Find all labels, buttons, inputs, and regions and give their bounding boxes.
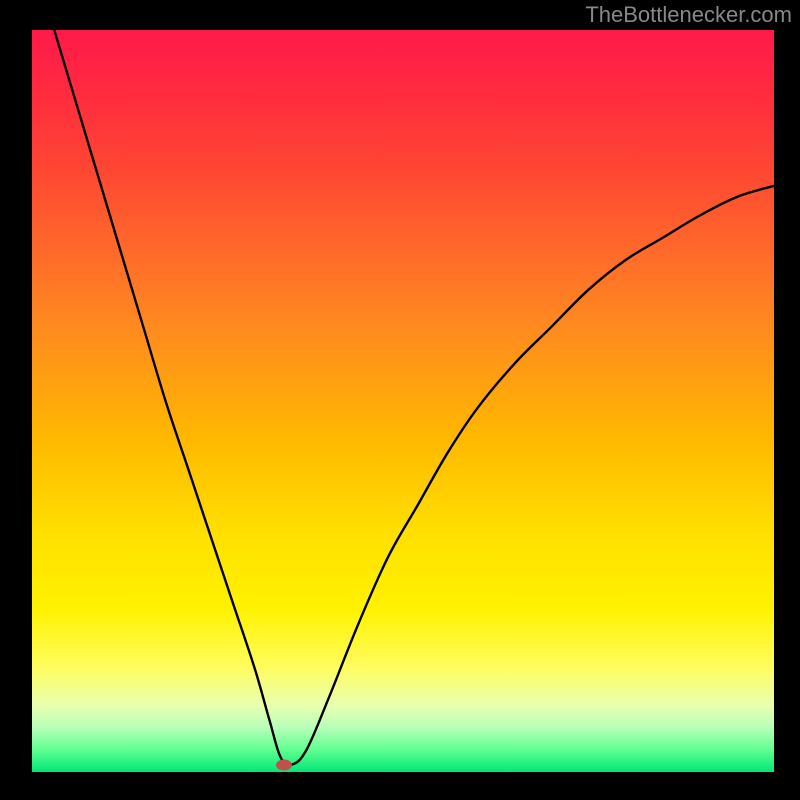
- attribution-text: TheBottlenecker.com: [585, 2, 792, 28]
- bottleneck-curve: [32, 30, 774, 772]
- chart-plot-area: [32, 30, 774, 772]
- optimal-point-marker: [276, 759, 292, 770]
